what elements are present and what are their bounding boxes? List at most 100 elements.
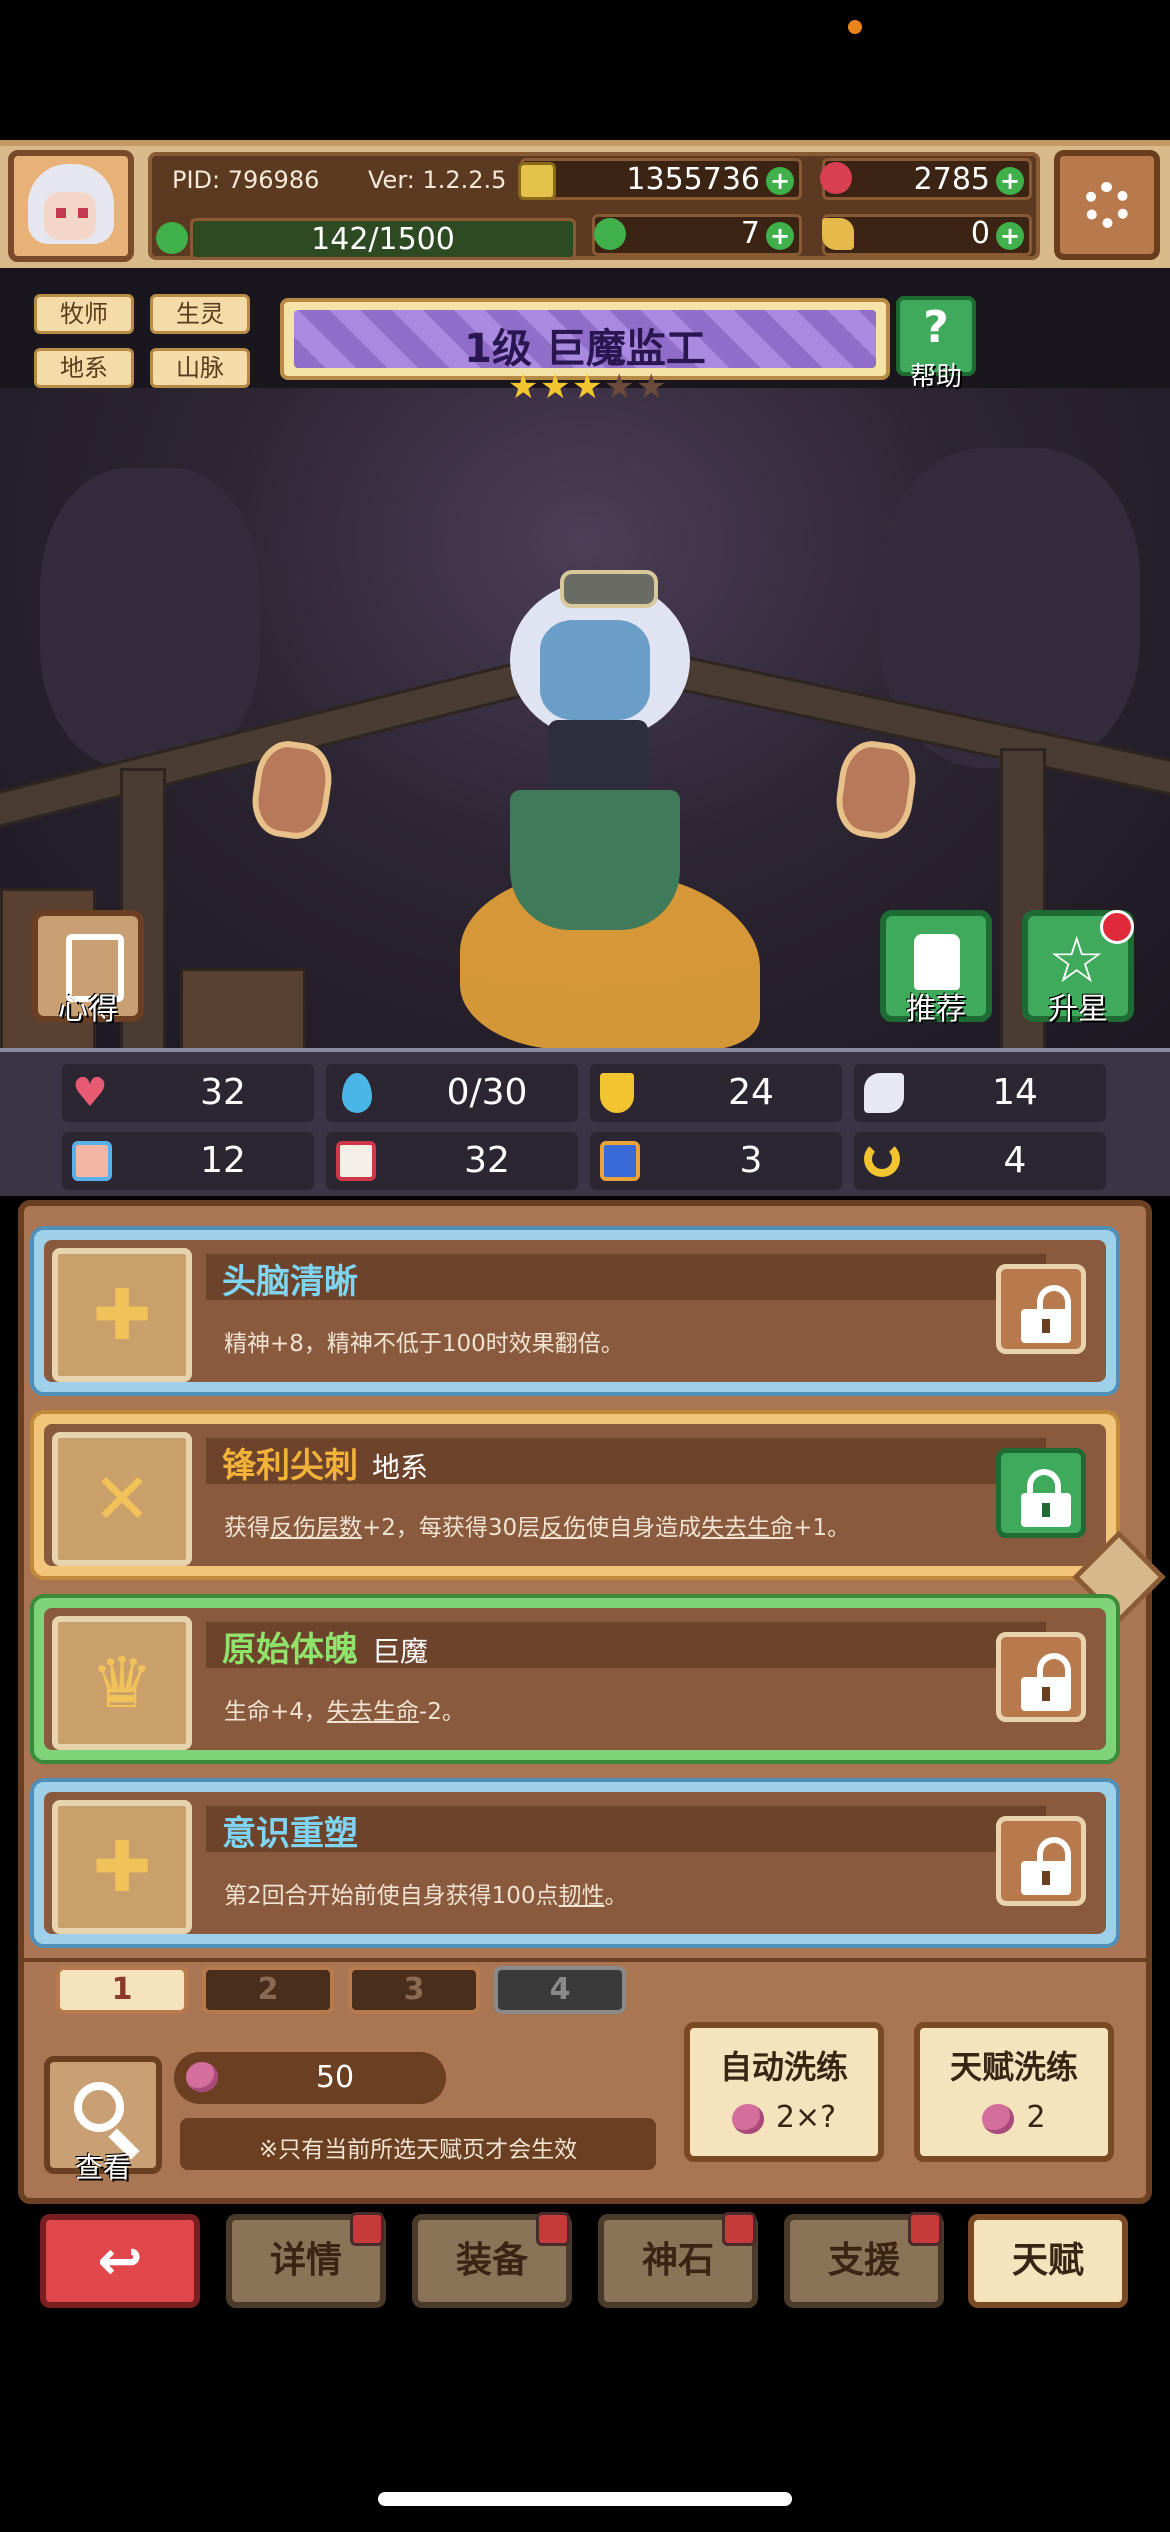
note-text: ※只有当前所选天赋页才会生效	[258, 2137, 578, 2163]
magnifier-icon	[74, 2082, 124, 2132]
reroll-currency-counter: 50	[174, 2052, 446, 2104]
energy-clover-icon	[156, 222, 188, 254]
locked-lock-button[interactable]	[996, 1448, 1086, 1538]
key-value: 0	[970, 216, 990, 251]
talent-card[interactable]: ✕ 锋利尖刺 地系 获得反伤层数+2，每获得30层反伤使自身造成失去生命+1。	[30, 1410, 1120, 1580]
unlocked-lock-button[interactable]	[996, 1816, 1086, 1906]
pid-text: PID: 796986	[172, 166, 320, 194]
stat-value: 12	[200, 1140, 246, 1181]
add-gold-button[interactable]: +	[766, 167, 794, 195]
star-icon: ★	[508, 367, 539, 407]
talent-subtag: 巨魔	[372, 1635, 429, 1668]
notification-badge	[722, 2212, 756, 2246]
unlocked-lock-button[interactable]	[996, 1632, 1086, 1722]
wing-icon	[864, 1073, 904, 1113]
scroll-icon	[600, 1141, 640, 1181]
star-rating: ★ ★ ★ ★ ★	[508, 367, 667, 407]
red-gem-icon	[820, 162, 852, 194]
fist-icon	[72, 1141, 112, 1181]
peach-icon	[731, 2103, 764, 2134]
stat-armor: 24	[590, 1064, 842, 1122]
crossed-spikes-icon: ✕	[52, 1432, 192, 1566]
talent-name: 意识重塑	[222, 1814, 358, 1854]
stat-skill: 3	[590, 1132, 842, 1190]
reroll-label: 天赋洗练	[949, 2048, 1078, 2086]
nav-label: 详情	[269, 2240, 342, 2281]
talent-description: 第2回合开始前使自身获得100点韧性。	[224, 1883, 628, 1909]
notification-badge	[908, 2212, 942, 2246]
horseshoe-icon	[864, 1141, 900, 1177]
keyword-link[interactable]: 失去生命	[327, 1699, 419, 1725]
add-key-button[interactable]: +	[996, 222, 1024, 250]
stat-value: 14	[992, 1072, 1038, 1113]
auto-reroll-cost: 2×?	[775, 2100, 837, 2135]
nav-details[interactable]: 详情	[226, 2212, 386, 2308]
gold-value: 1355736	[626, 162, 760, 197]
plus-cross-icon: ✚	[52, 1248, 192, 1382]
keyword-link[interactable]: 失去生命	[701, 1515, 793, 1541]
thumbs-up-icon	[914, 934, 960, 990]
stat-value: 3	[739, 1140, 763, 1181]
nav-equipment[interactable]: 装备	[412, 2212, 572, 2308]
upgrade-star-label: 升星	[1048, 992, 1108, 1027]
talent-description: 精神+8，精神不低于100时效果翻倍。	[224, 1331, 624, 1357]
reroll-cost: 2	[1026, 2100, 1046, 2135]
gear-icon	[1084, 182, 1130, 228]
talent-card[interactable]: ✚ 头脑清晰 精神+8，精神不低于100时效果翻倍。	[30, 1226, 1120, 1396]
nav-godstone[interactable]: 神石	[598, 2212, 758, 2308]
stat-spirit: 32	[326, 1132, 578, 1190]
auto-reroll-button[interactable]: 自动洗练 2×?	[684, 2022, 884, 2162]
empty-star-icon: ★	[636, 367, 667, 407]
player-avatar[interactable]	[8, 150, 134, 262]
nav-label: 支援	[827, 2240, 900, 2281]
nav-label: 装备	[455, 2240, 528, 2281]
auto-reroll-label: 自动洗练	[719, 2048, 848, 2086]
talent-reroll-button[interactable]: 天赋洗练 2	[914, 2022, 1114, 2162]
keyword-link[interactable]: 韧性	[559, 1883, 605, 1909]
clover-value: 7	[740, 216, 760, 251]
stat-luck: 4	[854, 1132, 1106, 1190]
stats-bar: ♥ 32 0/30 24 14 12 32 3 4	[0, 1048, 1170, 1196]
key-icon	[822, 218, 854, 250]
talent-page-tab-3[interactable]: 3	[348, 1966, 480, 2014]
energy-value: 142/1500	[311, 222, 455, 257]
tag-race: 生灵	[150, 294, 250, 334]
nav-support[interactable]: 支援	[784, 2212, 944, 2308]
tag-element: 地系	[34, 348, 134, 388]
unlocked-lock-button[interactable]	[996, 1264, 1086, 1354]
help-label: 帮助	[909, 362, 962, 392]
talent-page-tab-1[interactable]: 1	[56, 1966, 188, 2014]
nav-label: 天赋	[1011, 2240, 1084, 2281]
stat-value: 24	[728, 1072, 774, 1113]
notification-dot	[1100, 910, 1134, 944]
keyword-link[interactable]: 反伤层数	[270, 1515, 362, 1541]
stat-strength: 12	[62, 1132, 314, 1190]
crown-icon: ♛	[52, 1616, 192, 1750]
talent-card[interactable]: ✚ 意识重塑 第2回合开始前使自身获得100点韧性。	[30, 1778, 1120, 1948]
view-label: 查看	[74, 2151, 131, 2184]
stat-value: 0/30	[446, 1072, 528, 1113]
stat-value: 32	[200, 1072, 246, 1113]
version-text: Ver: 1.2.2.5	[368, 166, 507, 194]
tag-terrain: 山脉	[150, 348, 250, 388]
add-clover-button[interactable]: +	[766, 222, 794, 250]
nav-talent[interactable]: 天赋	[968, 2214, 1128, 2308]
peach-icon	[982, 2103, 1015, 2134]
talent-page-tab-2[interactable]: 2	[202, 1966, 334, 2014]
keyword-link[interactable]: 反伤	[540, 1515, 586, 1541]
peach-icon	[186, 2062, 218, 2092]
talent-page-tab-4[interactable]: 4	[494, 1966, 626, 2014]
gem-value: 2785	[913, 162, 990, 197]
gold-coin-icon	[518, 162, 556, 200]
talent-card[interactable]: ♛ 原始体魄 巨魔 生命+4，失去生命-2。	[30, 1594, 1120, 1764]
settings-button[interactable]	[1054, 150, 1160, 260]
home-indicator[interactable]	[378, 2492, 792, 2506]
hero-sprite[interactable]	[440, 570, 760, 1050]
add-gems-button[interactable]: +	[996, 167, 1024, 195]
star-icon: ★	[572, 367, 603, 407]
back-button[interactable]: ↩	[40, 2214, 200, 2308]
plus-cross-icon: ✚	[52, 1800, 192, 1934]
back-arrow-icon: ↩	[97, 2229, 143, 2292]
stat-value: 32	[464, 1140, 510, 1181]
currency-value: 50	[315, 2060, 355, 2095]
